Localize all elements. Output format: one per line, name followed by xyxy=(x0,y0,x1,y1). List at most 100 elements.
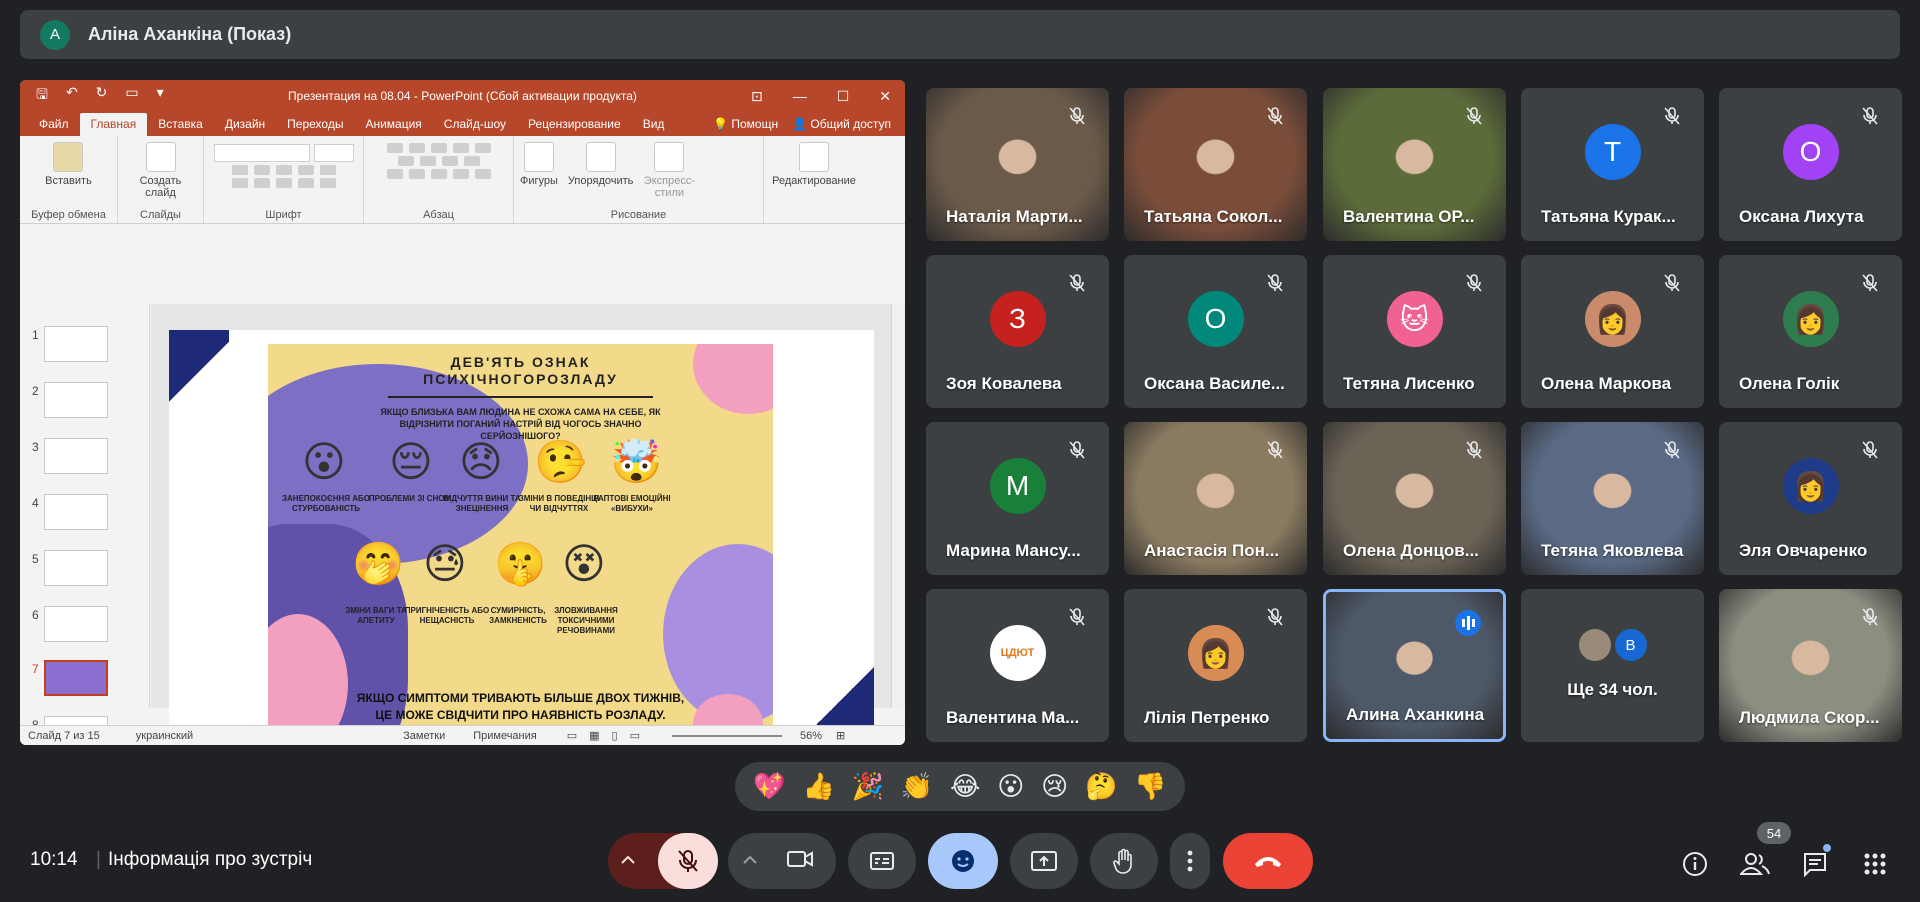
participant-tile[interactable]: Тетяна Яковлева xyxy=(1521,422,1704,575)
group-clipboard: Вставить Буфер обмена xyxy=(20,136,118,223)
reaction-heart[interactable]: 💖 xyxy=(753,771,785,802)
participant-tile[interactable]: М Марина Мансу... xyxy=(926,422,1109,575)
tab-transitions[interactable]: Переходы xyxy=(276,113,354,136)
slide-thumbnail-4[interactable] xyxy=(44,494,108,530)
language-status[interactable]: украинский xyxy=(136,730,193,742)
more-options-button[interactable] xyxy=(1170,833,1210,889)
undo-icon[interactable]: ↶ xyxy=(66,84,78,108)
slide-thumbnail-1[interactable] xyxy=(44,326,108,362)
mic-toggle-button[interactable] xyxy=(658,833,718,889)
share-button[interactable]: 👤 Общий доступ xyxy=(792,117,891,131)
help-tab[interactable]: 💡 Помощн xyxy=(713,117,778,131)
participant-tile[interactable]: Наталія Марти... xyxy=(926,88,1109,241)
reactions-bar: 💖 👍 🎉 👏 😂 😮 😢 🤔 👎 xyxy=(735,762,1185,811)
customize-icon[interactable]: ▾ xyxy=(157,84,164,108)
maximize-icon[interactable]: ☐ xyxy=(837,88,850,105)
slideshow-icon[interactable]: ▭ xyxy=(125,84,138,108)
participant-tile[interactable]: З Зоя Ковалева xyxy=(926,255,1109,408)
participant-avatar: 👩 xyxy=(1782,458,1839,515)
reaction-clap[interactable]: 👏 xyxy=(901,771,933,802)
participant-tile[interactable]: Алина Аханкина xyxy=(1323,589,1506,742)
tab-review[interactable]: Рецензирование xyxy=(517,113,632,136)
notes-button[interactable]: Заметки xyxy=(403,730,445,742)
participant-tile[interactable]: Анастасія Пон... xyxy=(1124,422,1307,575)
slide-thumbnail-5[interactable] xyxy=(44,550,108,586)
activities-button[interactable] xyxy=(1857,846,1893,882)
paste-button[interactable]: Вставить xyxy=(45,142,92,187)
quick-styles-button[interactable]: Экспресс-стили xyxy=(643,142,695,199)
font-size-combo[interactable] xyxy=(313,144,354,162)
reaction-surprised[interactable]: 😮 xyxy=(997,771,1024,802)
slide-thumbnail-3[interactable] xyxy=(44,438,108,474)
participant-tile[interactable]: 👩 Олена Маркова xyxy=(1521,255,1704,408)
slide-thumbnail-6[interactable] xyxy=(44,606,108,642)
reaction-sad[interactable]: 😢 xyxy=(1041,771,1068,802)
editing-button[interactable]: Редактирование xyxy=(772,142,856,187)
fit-slide-icon[interactable]: ⊞ xyxy=(836,729,845,742)
reaction-party[interactable]: 🎉 xyxy=(852,771,884,802)
tab-view[interactable]: Вид xyxy=(632,113,676,136)
participant-tile[interactable]: О Оксана Василе... xyxy=(1124,255,1307,408)
present-button[interactable] xyxy=(1010,833,1078,889)
view-buttons[interactable]: ▭▦▯▭ xyxy=(567,729,652,742)
current-slide[interactable]: ДЕВ'ЯТЬ ОЗНАК ПСИХІЧНОГОРОЗЛАДУ ЯКЩО БЛИ… xyxy=(169,330,874,727)
people-button[interactable] xyxy=(1737,846,1773,882)
participant-name: Оксана Лихута xyxy=(1739,207,1864,226)
participant-name: Оксана Василе... xyxy=(1144,374,1285,393)
camera-control-group xyxy=(728,833,836,889)
participant-tile[interactable]: Валентина ОР... xyxy=(1323,88,1506,241)
comments-button[interactable]: Примечания xyxy=(473,730,537,742)
reactions-toggle-button[interactable] xyxy=(928,833,998,889)
save-icon[interactable]: 🖫 xyxy=(36,84,48,108)
tab-home[interactable]: Главная xyxy=(79,113,148,136)
participant-tile[interactable]: 👩 Лілія Петренко xyxy=(1124,589,1307,742)
presenter-name: Аліна Аханкіна (Показ) xyxy=(88,24,292,44)
mic-off-icon xyxy=(1662,106,1682,126)
camera-button[interactable] xyxy=(772,850,828,873)
ribbon-display-icon[interactable]: ⊡ xyxy=(751,88,763,105)
font-name-combo[interactable] xyxy=(213,144,310,162)
slide-scrollbar[interactable] xyxy=(891,304,905,708)
participant-tile[interactable]: Олена Донцов... xyxy=(1323,422,1506,575)
new-slide-button[interactable]: Создать слайд xyxy=(136,142,186,199)
more-participants-avatars: В xyxy=(1578,629,1647,661)
captions-button[interactable] xyxy=(848,833,916,889)
slide-thumbnail-7[interactable] xyxy=(44,660,108,696)
minimize-icon[interactable]: — xyxy=(793,88,807,105)
participant-tile[interactable]: Т Татьяна Курак... xyxy=(1521,88,1704,241)
tab-slideshow[interactable]: Слайд-шоу xyxy=(433,113,517,136)
participant-tile[interactable]: В Ще 34 чол. xyxy=(1521,589,1704,742)
participant-tile[interactable]: 👩 Олена Голік xyxy=(1719,255,1902,408)
tab-file[interactable]: Файл xyxy=(28,113,80,136)
participant-tile[interactable]: Татьяна Сокол... xyxy=(1124,88,1307,241)
reaction-thumbs-down[interactable]: 👎 xyxy=(1134,771,1166,802)
camera-options-chevron-icon[interactable] xyxy=(728,852,772,870)
reaction-thinking[interactable]: 🤔 xyxy=(1085,771,1117,802)
participant-tile[interactable]: 🐱 Тетяна Лисенко xyxy=(1323,255,1506,408)
close-icon[interactable]: ✕ xyxy=(879,88,891,105)
participant-tile[interactable]: ЦДЮТ Валентина Ма... xyxy=(926,589,1109,742)
reaction-thumbs-up[interactable]: 👍 xyxy=(803,771,835,802)
participant-tile[interactable]: Людмила Скор... xyxy=(1719,589,1902,742)
tab-design[interactable]: Дизайн xyxy=(214,113,276,136)
tab-insert[interactable]: Вставка xyxy=(147,113,214,136)
arrange-button[interactable]: Упорядочить xyxy=(568,142,633,187)
reaction-laugh[interactable]: 😂 xyxy=(950,771,980,802)
raise-hand-button[interactable] xyxy=(1090,833,1158,889)
tab-animation[interactable]: Анимация xyxy=(354,113,432,136)
participant-tile[interactable]: О Оксана Лихута xyxy=(1719,88,1902,241)
zoom-level[interactable]: 56% xyxy=(800,730,822,742)
mic-options-chevron-icon[interactable] xyxy=(608,852,648,870)
shapes-button[interactable]: Фигуры xyxy=(520,142,558,187)
chat-button[interactable] xyxy=(1797,844,1833,882)
meeting-details-link[interactable]: Інформація про зустріч xyxy=(108,849,312,871)
redo-icon[interactable]: ↻ xyxy=(96,84,108,108)
participant-name: Алина Аханкина xyxy=(1346,705,1485,724)
shared-screen-powerpoint: 🖫 ↶ ↻ ▭ ▾ Презентация на 08.04 - PowerPo… xyxy=(20,80,905,745)
zoom-slider[interactable] xyxy=(671,734,782,737)
meeting-info-button[interactable] xyxy=(1677,846,1713,882)
slide-thumbnail-2[interactable] xyxy=(44,382,108,418)
participant-tile[interactable]: 👩 Эля Овчаренко xyxy=(1719,422,1902,575)
mic-off-icon xyxy=(1464,106,1484,126)
leave-call-button[interactable] xyxy=(1223,833,1313,889)
